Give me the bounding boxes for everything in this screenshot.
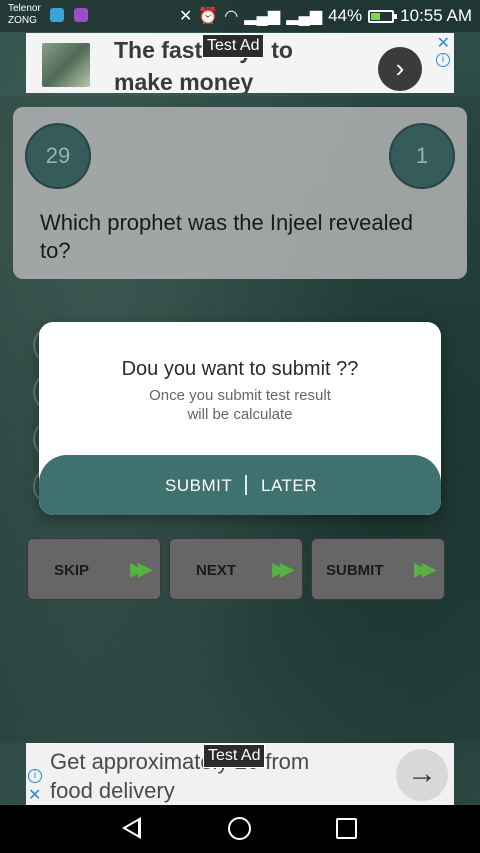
ad-open-button[interactable]: → xyxy=(396,749,448,801)
signal-icon: ▂▄▆ xyxy=(244,8,281,25)
alarm-icon: ⏰ xyxy=(198,8,219,25)
dialog-button-divider xyxy=(245,475,247,495)
ad-headline-line2: make money xyxy=(114,69,254,93)
battery-icon xyxy=(368,9,398,23)
clock: 10:55 AM xyxy=(400,6,472,25)
navigation-bar xyxy=(0,805,480,853)
dialog-message-line1: Once you submit test result xyxy=(149,387,331,404)
signal-icon: ▂▄▆ xyxy=(286,8,323,25)
recent-apps-icon[interactable] xyxy=(336,818,357,839)
ad-close-icon[interactable]: ✕ xyxy=(437,33,450,53)
wifi-icon: ◠ xyxy=(224,8,239,25)
back-icon[interactable] xyxy=(122,817,141,839)
app-notification-icon xyxy=(50,8,64,22)
carrier-line1: Telenor xyxy=(8,3,41,14)
top-ad-banner[interactable]: Test Ad The fast ways to make money › ✕ … xyxy=(26,33,454,93)
home-icon[interactable] xyxy=(228,817,251,840)
ad-close-icon[interactable]: ✕ xyxy=(28,785,41,805)
ad-thumbnail xyxy=(42,43,90,87)
ad-headline-line2: food delivery xyxy=(50,778,175,803)
submit-confirm-dialog: Dou you want to submit ?? Once you submi… xyxy=(39,322,441,515)
test-ad-label: Test Ad xyxy=(203,744,266,768)
dialog-title: Dou you want to submit ?? xyxy=(121,358,359,380)
gallery-notification-icon xyxy=(74,8,88,22)
dialog-message: Once you submit test result will be calc… xyxy=(39,386,441,424)
dialog-button-bar: SUBMIT LATER xyxy=(39,455,441,515)
battery-percent: 44% xyxy=(328,6,363,25)
mute-icon: ✕ xyxy=(178,8,193,25)
bottom-ad-banner[interactable]: Test Ad Get approximately 20 from food d… xyxy=(26,743,454,805)
carrier-line2: ZONG xyxy=(8,15,37,26)
carrier-label: Telenor ZONG xyxy=(8,3,41,27)
dialog-message-line2: will be calculate xyxy=(187,406,293,423)
test-ad-label: Test Ad xyxy=(202,34,265,58)
ad-info-icon[interactable]: i xyxy=(28,769,42,783)
dialog-submit-button[interactable]: SUBMIT xyxy=(165,476,232,496)
status-bar: Telenor ZONG ✕ ⏰ ◠ ▂▄▆ ▂▄▆ 44% 10:55 AM xyxy=(0,0,480,32)
battery-fill xyxy=(371,12,380,20)
status-icons: ✕ ⏰ ◠ ▂▄▆ ▂▄▆ 44% 10:55 AM xyxy=(179,6,472,26)
ad-open-button[interactable]: › xyxy=(378,47,422,91)
ad-info-icon[interactable]: i xyxy=(436,53,450,67)
dialog-later-button[interactable]: LATER xyxy=(261,476,317,496)
